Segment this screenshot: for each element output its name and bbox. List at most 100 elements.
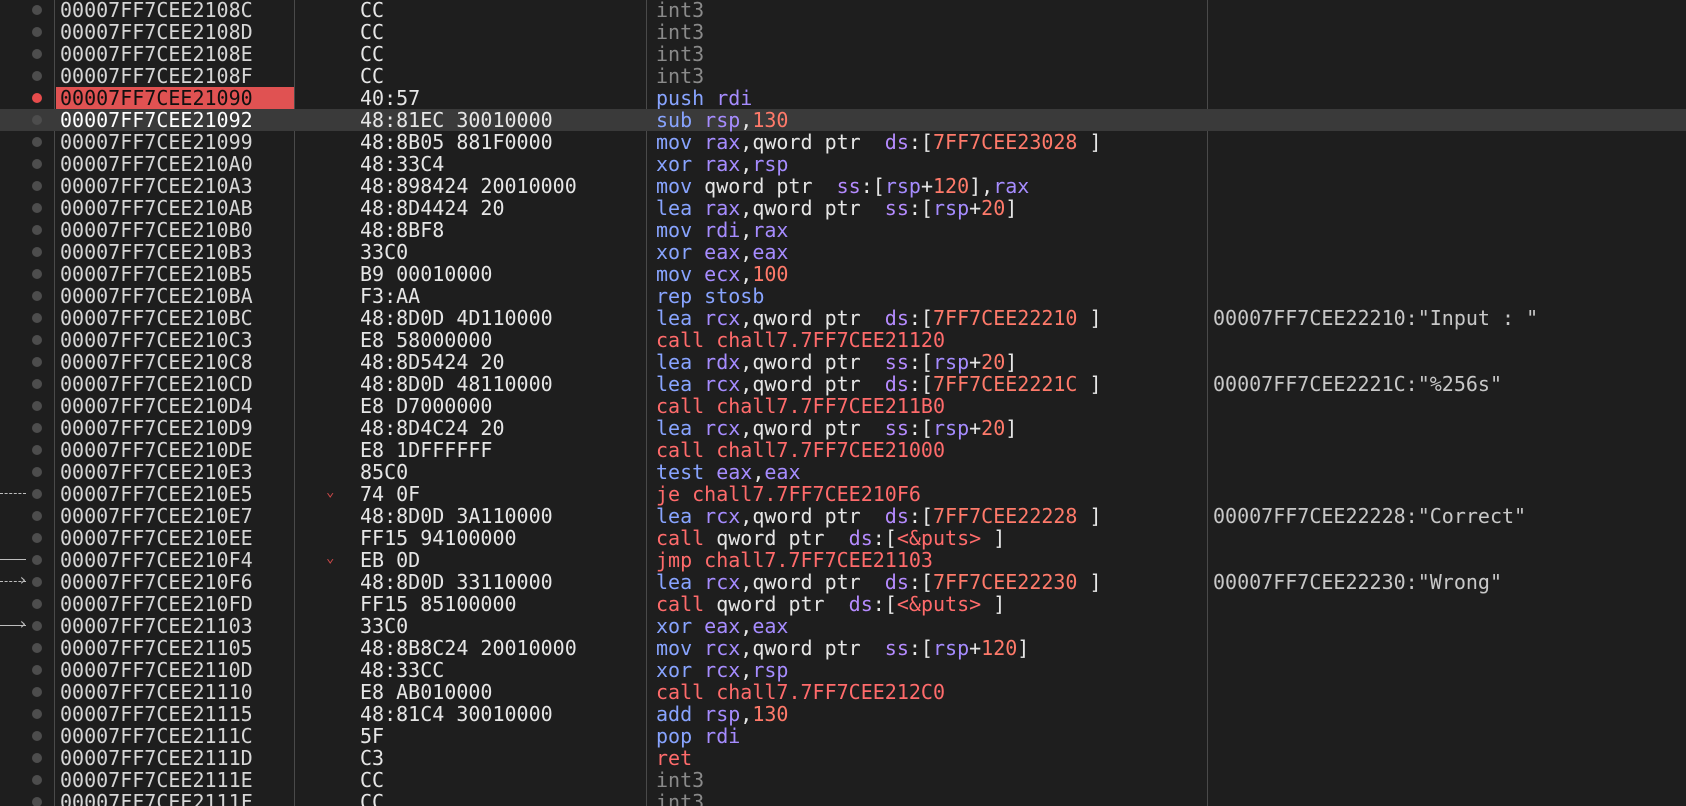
breakpoint-toggle[interactable] <box>32 335 42 345</box>
instruction-token: :[ <box>908 372 933 396</box>
instruction-row[interactable]: 00007FF7CEE210BC 48:8D0D 4D110000 lea rcx,… <box>0 307 1686 329</box>
instruction-row[interactable]: 00007FF7CEE2108D CC int3 <box>0 21 1686 43</box>
breakpoint-toggle[interactable] <box>32 775 42 785</box>
instruction-row[interactable]: 00007FF7CEE210C8 48:8D5424 20 lea rdx,qwor… <box>0 351 1686 373</box>
breakpoint-toggle[interactable] <box>32 247 42 257</box>
instruction-row[interactable]: 00007FF7CEE210E5 ⌄ 74 0F je chall7.7FF7CEE2… <box>0 483 1686 505</box>
instruction-row[interactable]: 00007FF7CEE2111F CC int3 <box>0 791 1686 806</box>
instruction-token: int3 <box>656 768 705 792</box>
instruction-row[interactable]: 00007FF7CEE21103 33C0 xor eax,eax <box>0 615 1686 637</box>
instruction-row[interactable]: 00007FF7CEE2108E CC int3 <box>0 43 1686 65</box>
instruction-row[interactable]: 00007FF7CEE21115 48:81C4 30010000 add rsp,… <box>0 703 1686 725</box>
breakpoint-toggle[interactable] <box>32 467 42 477</box>
breakpoint-toggle[interactable] <box>32 621 42 631</box>
address-cell: 00007FF7CEE210A3 <box>60 174 253 198</box>
instruction-token: int3 <box>656 64 705 88</box>
instruction-row[interactable]: 00007FF7CEE210A0 48:33C4 xor rax,rsp <box>0 153 1686 175</box>
breakpoint-toggle[interactable] <box>32 115 42 125</box>
breakpoint-toggle[interactable] <box>32 71 42 81</box>
instruction-row[interactable]: 00007FF7CEE2108C CC int3 <box>0 0 1686 21</box>
breakpoint-toggle[interactable] <box>32 643 42 653</box>
breakpoint-toggle[interactable] <box>32 27 42 37</box>
instruction-row[interactable]: 00007FF7CEE210A3 48:898424 20010000 mov qw… <box>0 175 1686 197</box>
instruction-token: rcx <box>704 306 741 330</box>
breakpoint-toggle[interactable] <box>32 181 42 191</box>
instruction-row[interactable]: 00007FF7CEE210D4 E8 D7000000 call chall7.7… <box>0 395 1686 417</box>
breakpoint-toggle[interactable] <box>32 313 42 323</box>
breakpoint-toggle[interactable] <box>32 423 42 433</box>
breakpoint-toggle[interactable] <box>32 379 42 389</box>
instruction-token: ds <box>884 504 909 528</box>
breakpoint-toggle[interactable] <box>32 489 42 499</box>
instruction-row[interactable]: 00007FF7CEE2108F CC int3 <box>0 65 1686 87</box>
instruction-row[interactable]: 00007FF7CEE210B3 33C0 xor eax,eax <box>0 241 1686 263</box>
breakpoint-toggle[interactable] <box>32 445 42 455</box>
instruction-row[interactable]: 00007FF7CEE2111E CC int3 <box>0 769 1686 791</box>
breakpoint-toggle[interactable] <box>32 731 42 741</box>
instruction-token: ] <box>1077 372 1102 396</box>
instruction-cell: mov rax,qword ptr ds:[7FF7CEE23028 ] <box>656 131 1102 153</box>
bytes-cell: 48:8D4424 20 <box>360 196 505 220</box>
instruction-row[interactable]: 00007FF7CEE210AB 48:8D4424 20 lea rax,qwor… <box>0 197 1686 219</box>
breakpoint-toggle[interactable] <box>32 225 42 235</box>
instruction-row[interactable]: 00007FF7CEE210FD FF15 85100000 call qword … <box>0 593 1686 615</box>
comment-cell: 00007FF7CEE2221C:"%256s" <box>1213 372 1502 396</box>
breakpoint-toggle[interactable] <box>32 753 42 763</box>
breakpoint-toggle[interactable] <box>32 49 42 59</box>
address-cell: 00007FF7CEE210EE <box>60 526 253 550</box>
breakpoint-toggle[interactable] <box>32 203 42 213</box>
instruction-token: int3 <box>656 42 705 66</box>
instruction-row[interactable]: 00007FF7CEE2111D C3 ret <box>0 747 1686 769</box>
instruction-row[interactable]: 00007FF7CEE2111C 5F pop rdi <box>0 725 1686 747</box>
instruction-token: rax <box>752 218 789 242</box>
instruction-row[interactable]: 00007FF7CEE21099 48:8B05 881F0000 mov rax,… <box>0 131 1686 153</box>
instruction-token: lea <box>656 570 705 594</box>
instruction-row[interactable]: 00007FF7CEE21105 48:8B8C24 20010000 mov rc… <box>0 637 1686 659</box>
breakpoint-toggle[interactable] <box>32 291 42 301</box>
instruction-row[interactable]: 00007FF7CEE21090 40:57 push rdi <box>0 87 1686 109</box>
instruction-row[interactable]: 00007FF7CEE210E3 85C0 test eax,eax <box>0 461 1686 483</box>
instruction-row[interactable]: 00007FF7CEE21092 48:81EC 30010000 sub rsp,… <box>0 109 1686 131</box>
instruction-token: ds <box>884 130 909 154</box>
instruction-token: 7FF7CEE22228 <box>932 504 1078 528</box>
instruction-row[interactable]: 00007FF7CEE210C3 E8 58000000 call chall7.7… <box>0 329 1686 351</box>
instruction-token: ,qword ptr <box>740 372 885 396</box>
instruction-row[interactable]: 00007FF7CEE2110D 48:33CC xor rcx,rsp <box>0 659 1686 681</box>
breakpoint-toggle[interactable] <box>32 357 42 367</box>
breakpoint-toggle[interactable] <box>32 269 42 279</box>
instruction-token: rsp <box>752 658 789 682</box>
bytes-cell: 48:8D0D 48110000 <box>360 372 553 396</box>
breakpoint-toggle[interactable] <box>32 533 42 543</box>
instruction-row[interactable]: 00007FF7CEE210DE E8 1DFFFFFF call chall7.7… <box>0 439 1686 461</box>
instruction-token: :[ <box>908 130 933 154</box>
disassembly-view[interactable]: 00007FF7CEE2108C CC int3 00007FF7CEE2108D CC… <box>0 0 1686 806</box>
instruction-row[interactable]: 00007FF7CEE21110 E8 AB010000 call chall7.7… <box>0 681 1686 703</box>
instruction-token: ,qword ptr <box>740 196 885 220</box>
instruction-row[interactable]: 00007FF7CEE210F4 ⌄ EB 0D jmp chall7.7FF7CEE… <box>0 549 1686 571</box>
breakpoint-toggle[interactable] <box>32 401 42 411</box>
breakpoint-toggle[interactable] <box>32 687 42 697</box>
instruction-row[interactable]: 00007FF7CEE210B5 B9 00010000 mov ecx,100 <box>0 263 1686 285</box>
instruction-token: rcx <box>704 504 741 528</box>
breakpoint-toggle[interactable] <box>32 159 42 169</box>
breakpoint-toggle[interactable] <box>32 797 42 806</box>
instruction-row[interactable]: 00007FF7CEE210F6 48:8D0D 33110000 lea rcx,… <box>0 571 1686 593</box>
breakpoint-toggle[interactable] <box>32 577 42 587</box>
breakpoint-toggle[interactable] <box>32 5 42 15</box>
breakpoint-toggle[interactable] <box>32 555 42 565</box>
instruction-row[interactable]: 00007FF7CEE210B0 48:8BF8 mov rdi,rax <box>0 219 1686 241</box>
instruction-row[interactable]: 00007FF7CEE210BA F3:AA rep stosb <box>0 285 1686 307</box>
breakpoint-toggle[interactable] <box>32 665 42 675</box>
address-cell: 00007FF7CEE21099 <box>60 130 253 154</box>
instruction-token: chall7.7FF7CEE21103 <box>704 548 933 572</box>
instruction-row[interactable]: 00007FF7CEE210CD 48:8D0D 48110000 lea rcx,… <box>0 373 1686 395</box>
address-cell: 00007FF7CEE210CD <box>60 372 253 396</box>
breakpoint-toggle[interactable] <box>32 511 42 521</box>
breakpoint-toggle[interactable] <box>32 599 42 609</box>
breakpoint-toggle[interactable] <box>32 709 42 719</box>
instruction-row[interactable]: 00007FF7CEE210EE FF15 94100000 call qword … <box>0 527 1686 549</box>
breakpoint-toggle[interactable] <box>32 137 42 147</box>
instruction-row[interactable]: 00007FF7CEE210E7 48:8D0D 3A110000 lea rcx,… <box>0 505 1686 527</box>
instruction-row[interactable]: 00007FF7CEE210D9 48:8D4C24 20 lea rcx,qwor… <box>0 417 1686 439</box>
breakpoint-marker[interactable] <box>32 93 42 103</box>
